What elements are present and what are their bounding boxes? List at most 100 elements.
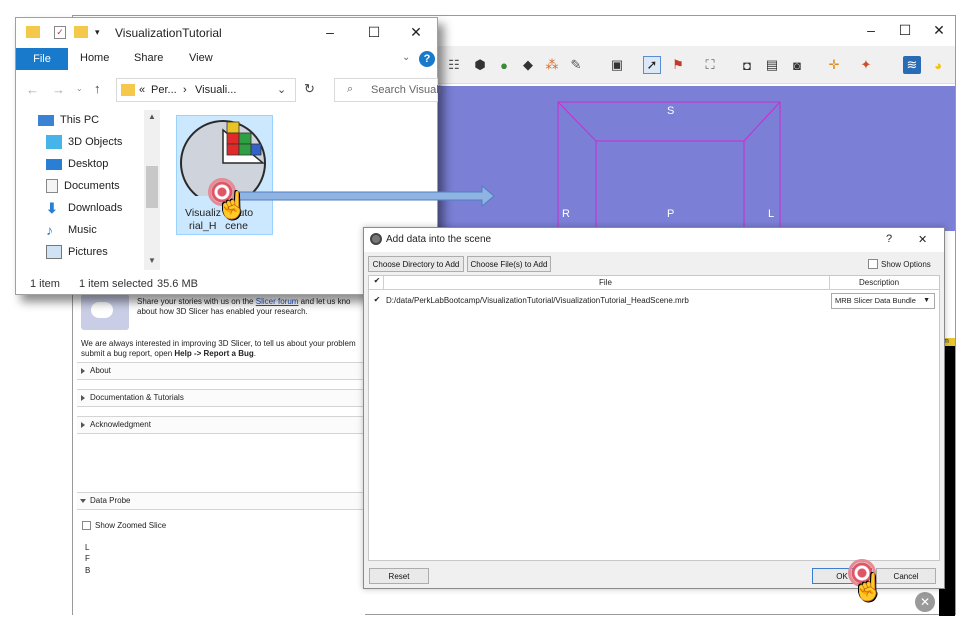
address-bar-row: ← → ⌄ ↑ « Per... › Visuali... ⌄ ↻ ⌕ Sear… [16,75,441,105]
description-value: MRB Slicer Data Bundle [835,296,916,305]
choose-directory-button[interactable]: Choose Directory to Add [368,256,464,272]
col-file[interactable]: File [599,278,612,287]
back-icon[interactable]: ← [26,82,39,97]
chevron-down-icon[interactable]: ⌄ [402,52,410,63]
select-all-check[interactable]: ✔ [372,277,382,287]
dialog-close-button[interactable]: ✕ [918,233,927,246]
slicer-forum-link[interactable]: Slicer forum [256,297,299,306]
forward-icon[interactable]: → [52,82,65,97]
row-file-path: D:/data/PerkLabBootcamp/VisualizationTut… [386,296,689,305]
nav-this-pc[interactable]: This PC [38,110,99,130]
markup-point-icon[interactable]: ✛ [825,56,843,74]
nav-documents[interactable]: Documents [46,176,120,196]
dicom-icon[interactable]: ⁂ [543,56,561,74]
welcome-text-2: about how 3D Slicer has enabled your res… [137,307,308,316]
nav-desktop[interactable]: Desktop [46,154,108,174]
minimize-button[interactable]: – [853,16,889,44]
models-icon[interactable]: ⬢ [471,56,489,74]
scroll-down-icon[interactable]: ▼ [148,256,156,265]
welcome-text: Share your stories with us on the [137,297,254,306]
nav-downloads[interactable]: ⬇ Downloads [46,198,122,218]
pointer-icon[interactable]: ➚ [643,56,661,74]
navigation-pane: This PC 3D Objects Desktop Documents ⬇ Do… [16,110,161,270]
markup-line-icon[interactable]: ✦ [857,56,875,74]
segment-icon[interactable]: ● [495,56,513,74]
maximize-button[interactable]: ☐ [887,16,923,44]
address-part-3[interactable]: Visuali... [195,84,236,96]
properties-icon[interactable]: ✓ [54,26,66,39]
section-acknowledgment[interactable]: Acknowledgment [77,416,365,434]
tables-icon[interactable]: ☷ [445,56,463,74]
chat-icon [81,294,129,330]
close-button[interactable]: ✕ [921,16,957,44]
add-data-dialog: Add data into the scene ? ✕ Choose Direc… [363,227,945,589]
reset-button[interactable]: Reset [369,568,429,584]
tab-file[interactable]: File [16,48,68,70]
address-part-1[interactable]: Per... [151,84,177,96]
help-report-bug: Help -> Report a Bug [174,349,254,358]
improve-text: We are always interested in improving 3D… [81,339,356,348]
tab-view[interactable]: View [189,52,213,64]
col-description[interactable]: Description [859,278,899,287]
nav-3d-objects[interactable]: 3D Objects [46,132,122,152]
choose-files-button[interactable]: Choose File(s) to Add [467,256,551,272]
table-row[interactable]: ✔ D:/data/PerkLabBootcamp/VisualizationT… [369,292,939,310]
explorer-close-button[interactable]: ✕ [398,18,434,46]
extension-manager-icon[interactable]: ≋ [903,56,921,74]
show-zoomed-checkbox[interactable] [82,521,91,530]
scroll-thumb[interactable] [146,166,158,208]
explorer-maximize-button[interactable]: ☐ [356,18,392,46]
capture-icon[interactable]: ▤ [763,56,781,74]
computer-icon [38,114,54,126]
scroll-up-icon[interactable]: ▲ [148,112,156,121]
show-options-checkbox[interactable] [868,259,878,269]
description-select[interactable]: MRB Slicer Data Bundle ▼ [831,293,935,309]
nav-music[interactable]: ♪ Music [46,220,97,240]
module-panel: Share your stories with us on the Slicer… [73,286,365,616]
address-part-0: « [139,84,146,96]
new-folder-icon[interactable] [74,26,88,38]
nav-3d-objects-label: 3D Objects [68,136,123,148]
row-checkbox[interactable]: ✔ [372,296,382,306]
tab-share[interactable]: Share [134,52,163,64]
improve-text-2: submit a bug report, open [81,349,173,358]
nav-music-label: Music [68,224,97,236]
explorer-minimize-button[interactable]: – [312,18,348,46]
recent-chevron-icon[interactable]: ⌄ [76,84,83,93]
dialog-titlebar: Add data into the scene ? ✕ [364,228,944,252]
status-size: 35.6 MB [157,278,198,290]
view-label-s: S [667,105,675,117]
window-level-icon[interactable]: ⚑ [669,56,687,74]
section-documentation[interactable]: Documentation & Tutorials [77,389,365,407]
welcome-text-b: and let us kno [300,297,351,306]
close-circle-icon[interactable]: ✕ [915,592,935,612]
cancel-button[interactable]: Cancel [876,568,936,584]
nav-scrollbar[interactable]: ▲ ▼ [144,110,160,270]
help-icon[interactable]: ? [419,51,435,67]
nav-pictures-label: Pictures [68,246,108,258]
3d-view[interactable]: S R P L [438,86,955,231]
python-icon[interactable]: ◕ [929,56,947,74]
music-note-icon: ♪ [46,222,53,238]
dialog-help-button[interactable]: ? [886,233,892,245]
nav-pictures[interactable]: Pictures [46,242,108,262]
address-box[interactable]: « Per... › Visuali... ⌄ [116,78,296,102]
layout-icon[interactable]: ▣ [608,56,626,74]
search-box[interactable]: ⌕ Search Visuali [334,78,441,102]
transforms-icon[interactable]: ✎ [567,56,585,74]
quick-access-dropdown-icon[interactable]: ▾ [95,27,100,38]
refresh-icon[interactable]: ↻ [304,81,315,97]
dropdown-arrow-icon: ▼ [923,297,930,304]
crosshair-icon[interactable]: ⛶ [701,56,719,74]
address-folder-icon [121,84,135,96]
markups-icon[interactable]: ◆ [519,56,537,74]
address-dropdown-icon[interactable]: ⌄ [277,83,286,96]
extension-icon[interactable]: ◙ [788,56,806,74]
up-icon[interactable]: ↑ [94,81,101,96]
tab-home[interactable]: Home [80,52,109,64]
section-about[interactable]: About [77,362,365,380]
section-data-probe[interactable]: Data Probe [77,492,365,510]
folder-icon [26,26,40,38]
dialog-title: Add data into the scene [386,234,492,245]
screenshot-icon[interactable]: ◘ [738,56,756,74]
